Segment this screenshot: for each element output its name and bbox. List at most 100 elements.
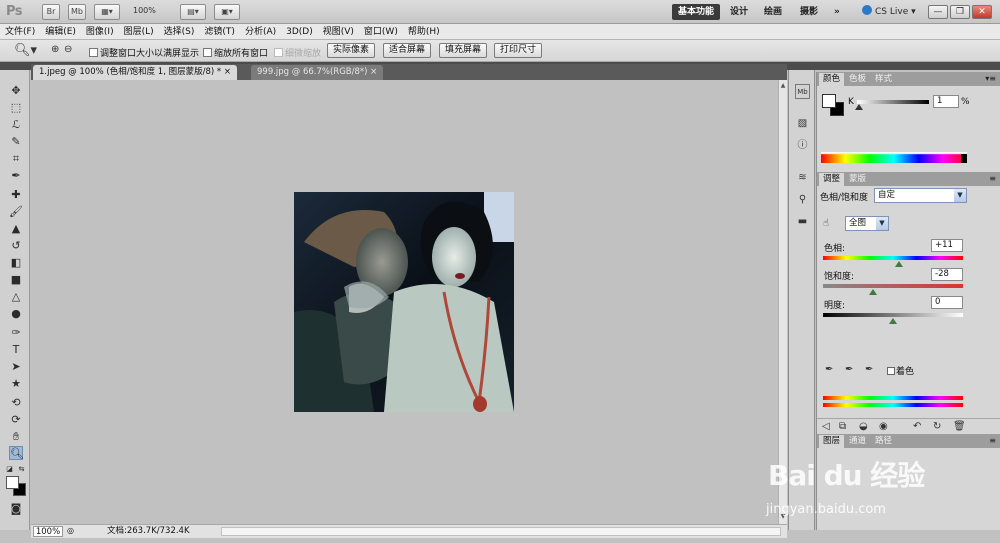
print-size-button[interactable]: 打印尺寸 <box>494 43 543 58</box>
saturation-value-field[interactable]: -28 <box>931 268 963 281</box>
hue-slider-thumb[interactable] <box>894 261 903 267</box>
menu-help[interactable]: 帮助(H) <box>403 24 445 40</box>
close-tab-icon[interactable]: × <box>224 67 231 77</box>
view-extras-button[interactable]: ▦▾ <box>94 4 120 20</box>
arrange-documents-button[interactable]: ▤▾ <box>180 4 206 20</box>
zoom-percent-field[interactable]: 100% <box>33 526 63 537</box>
k-value-field[interactable]: 1 <box>933 95 959 108</box>
default-colors-icon[interactable]: ◪ <box>5 462 14 476</box>
foreground-color-swatch[interactable] <box>6 476 19 489</box>
quick-selection-tool-icon[interactable]: ✎ <box>9 135 23 149</box>
previous-state-icon[interactable]: ↶ <box>913 421 921 432</box>
lightness-slider-thumb[interactable] <box>889 318 897 324</box>
status-settings-icon[interactable]: ◎ <box>67 526 74 535</box>
dodge-tool-icon[interactable]: ● <box>9 307 23 321</box>
brush-presets-icon[interactable]: ≋ <box>795 170 810 185</box>
tab-layers[interactable]: 图层 <box>819 435 845 448</box>
close-button[interactable]: ✕ <box>972 5 992 19</box>
saturation-slider-thumb[interactable] <box>869 289 878 295</box>
spectrum-black-swatch[interactable] <box>961 154 967 163</box>
hue-slider[interactable] <box>823 256 963 260</box>
tab-document-2[interactable]: 999.jpg @ 66.7%(RGB/8*) × <box>251 65 384 80</box>
menu-filter[interactable]: 滤镜(T) <box>199 24 240 40</box>
lightness-value-field[interactable]: 0 <box>931 296 963 309</box>
actual-pixels-button[interactable]: 实际像素 <box>327 43 376 58</box>
return-icon[interactable]: ◁ <box>822 421 830 432</box>
zoom-in-icon[interactable]: ⊕ <box>51 44 59 55</box>
workspace-painting[interactable]: 绘画 <box>758 4 788 20</box>
clone-source-icon[interactable]: ⚲ <box>795 192 810 207</box>
scroll-up-icon[interactable]: ▲ <box>779 82 787 91</box>
tab-paths[interactable]: 路径 <box>871 435 896 448</box>
tab-masks[interactable]: 蒙版 <box>845 173 870 186</box>
blur-tool-icon[interactable]: △ <box>9 290 23 304</box>
clone-stamp-tool-icon[interactable]: ▲ <box>9 222 23 236</box>
bridge-button[interactable]: Br <box>42 4 60 20</box>
colorize-checkbox[interactable]: 着色 <box>887 364 914 377</box>
panel-menu-icon[interactable]: ≡ <box>989 436 996 445</box>
3d-orbit-tool-icon[interactable]: ⟳ <box>9 413 23 427</box>
zoom-out-icon[interactable]: ⊖ <box>64 44 72 55</box>
fill-screen-button[interactable]: 填充屏幕 <box>439 43 488 58</box>
gradient-tool-icon[interactable]: ■ <box>9 273 23 287</box>
healing-brush-tool-icon[interactable]: ✚ <box>9 188 23 202</box>
eyedropper-subtract-icon[interactable]: ✒ <box>865 364 873 375</box>
shape-tool-icon[interactable]: ★ <box>9 377 23 391</box>
menu-analysis[interactable]: 分析(A) <box>240 24 281 40</box>
tab-styles[interactable]: 样式 <box>871 73 896 86</box>
saturation-slider[interactable] <box>823 284 963 288</box>
eyedropper-add-icon[interactable]: ✒ <box>845 364 853 375</box>
path-selection-tool-icon[interactable]: ➤ <box>9 360 23 374</box>
type-tool-icon[interactable]: T <box>9 343 23 357</box>
workspace-design[interactable]: 设计 <box>724 4 754 20</box>
lasso-tool-icon[interactable]: ℒ <box>9 118 23 132</box>
resize-windows-checkbox[interactable]: 调整窗口大小以满屏显示 <box>89 46 199 59</box>
zoom-level-dropdown[interactable]: 100% <box>133 6 156 15</box>
move-tool-icon[interactable]: ✥ <box>9 84 23 98</box>
history-brush-tool-icon[interactable]: ↺ <box>9 239 23 253</box>
horizontal-scrollbar[interactable] <box>221 527 781 536</box>
more-workspaces-button[interactable]: » <box>828 4 846 20</box>
panel-foreground-swatch[interactable] <box>822 94 836 108</box>
range-select[interactable]: 全图 ▼ <box>845 216 889 231</box>
menu-select[interactable]: 选择(S) <box>159 24 200 40</box>
clip-to-layer-icon[interactable]: ◒ <box>859 421 868 432</box>
menu-3d[interactable]: 3D(D) <box>281 24 318 40</box>
menu-view[interactable]: 视图(V) <box>318 24 359 40</box>
zoom-tool-preset-icon[interactable]: 🔍︎▾ <box>14 43 37 58</box>
eyedropper-tool-icon[interactable]: ✒ <box>9 169 23 183</box>
menu-window[interactable]: 窗口(W) <box>359 24 403 40</box>
document-image[interactable] <box>294 192 514 412</box>
hue-value-field[interactable]: +11 <box>931 239 963 252</box>
workspace-photography[interactable]: 摄影 <box>794 4 824 20</box>
visibility-icon[interactable]: ◉ <box>879 421 888 432</box>
marquee-tool-icon[interactable]: ⬚ <box>9 101 23 115</box>
workspace-essentials[interactable]: 基本功能 <box>672 4 721 20</box>
document-size-info[interactable]: 文档:263.7K/732.4K <box>107 526 190 537</box>
lightness-slider[interactable] <box>823 313 963 317</box>
eyedropper-icon[interactable]: ✒ <box>825 364 833 375</box>
tab-adjustments[interactable]: 调整 <box>819 173 845 186</box>
zoom-tool-icon[interactable]: 🔍︎ <box>9 446 24 460</box>
reset-icon[interactable]: ↻ <box>933 421 941 432</box>
screen-mode-button[interactable]: ▣▾ <box>214 4 240 20</box>
tab-channels[interactable]: 通道 <box>845 435 870 448</box>
fit-screen-button[interactable]: 适合屏幕 <box>383 43 432 58</box>
3d-rotate-tool-icon[interactable]: ⟲ <box>9 396 23 410</box>
eraser-tool-icon[interactable]: ◧ <box>9 256 23 270</box>
panel-menu-icon[interactable]: ≡ <box>989 174 996 183</box>
crop-tool-icon[interactable]: ⌗ <box>9 152 23 166</box>
minimize-button[interactable]: — <box>928 5 948 19</box>
targeted-adjustment-icon[interactable]: ☝ <box>823 218 829 229</box>
pen-tool-icon[interactable]: ✑ <box>9 326 23 340</box>
hand-tool-icon[interactable]: ✋︎ <box>9 430 23 444</box>
k-channel-slider[interactable] <box>857 100 929 104</box>
menu-file[interactable]: 文件(F) <box>0 24 40 40</box>
tab-swatches[interactable]: 色板 <box>845 73 870 86</box>
quick-mask-icon[interactable]: ◙ <box>9 502 23 516</box>
color-spectrum-bar[interactable] <box>821 154 967 163</box>
preset-select[interactable]: 自定 ▼ <box>874 188 967 203</box>
swap-colors-icon[interactable]: ⇆ <box>17 462 26 476</box>
brush-tool-icon[interactable]: 🖌︎ <box>9 205 23 219</box>
tool-presets-icon[interactable]: ▬ <box>795 214 810 229</box>
